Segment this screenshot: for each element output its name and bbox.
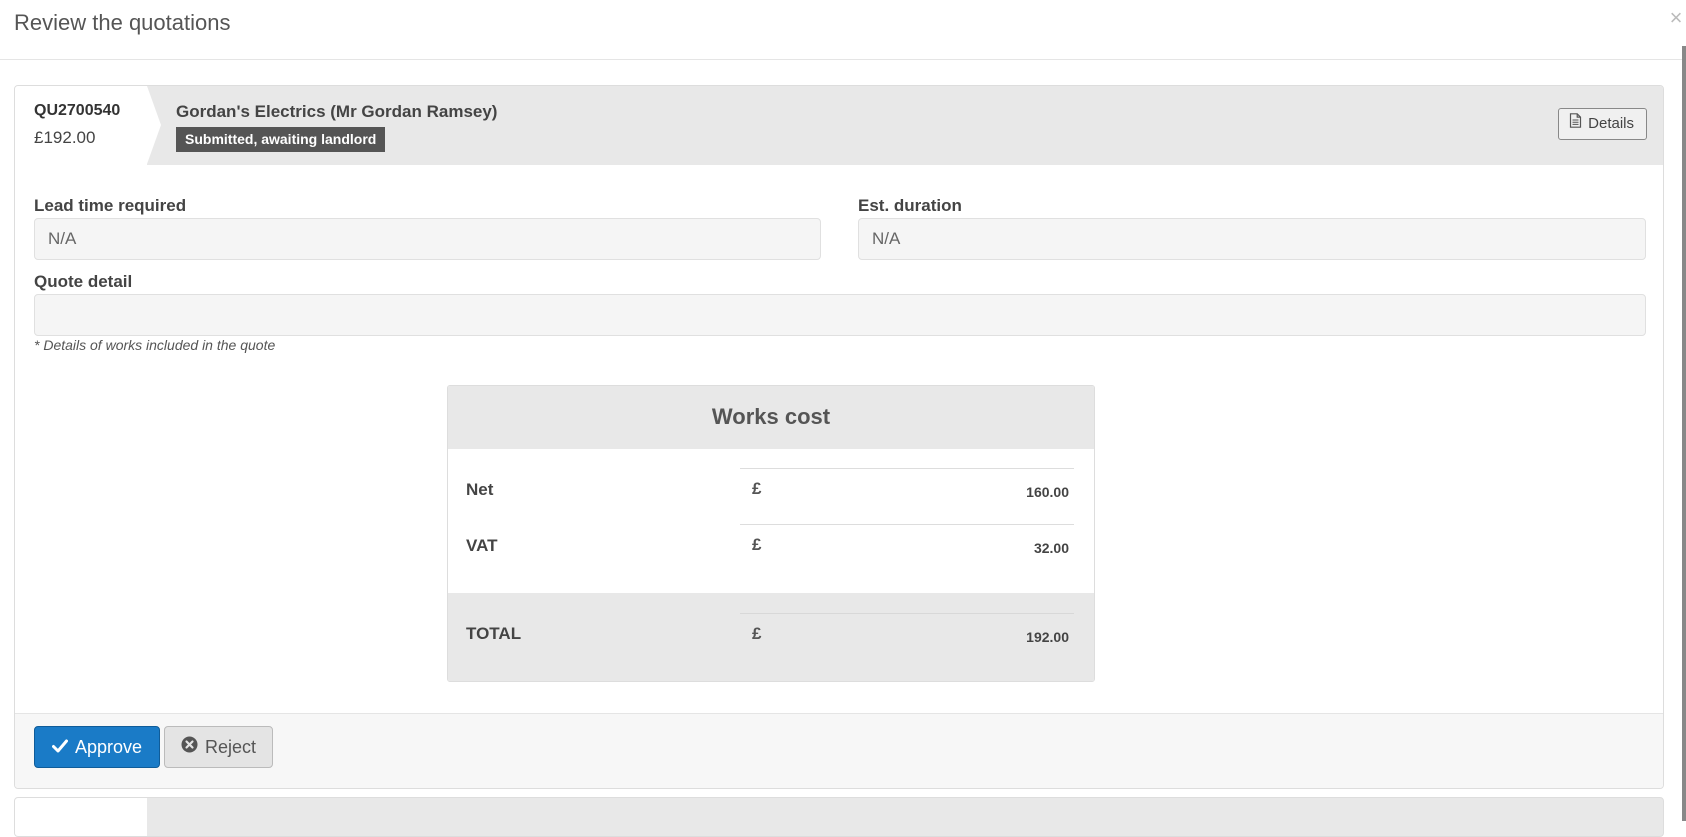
cost-value: 160.00 xyxy=(1026,484,1069,500)
reject-button-label: Reject xyxy=(204,736,257,757)
duration-field: N/A xyxy=(858,218,1646,260)
cost-row-net: Net £ 160.00 xyxy=(448,468,1094,524)
works-cost-panel: Works cost Net £ 160.00 VAT £ 32.00 TOTA… xyxy=(447,385,1095,682)
quote-detail-field xyxy=(34,294,1646,336)
currency-sign: £ xyxy=(752,624,762,643)
modal-header: Review the quotations × xyxy=(0,0,1686,60)
total-label: TOTAL xyxy=(466,624,522,643)
close-icon[interactable]: × xyxy=(1666,6,1686,30)
quote-card-header: QU2700540 £192.00 Gordan's Electrics (Mr… xyxy=(15,86,1663,165)
document-icon xyxy=(1569,109,1582,139)
ref-arrow-decoration xyxy=(147,86,161,164)
details-button-label: Details xyxy=(1588,115,1634,132)
total-field: £ 192.00 xyxy=(740,613,1074,663)
quote-detail-label: Quote detail xyxy=(34,272,133,291)
quote-amount: £192.00 xyxy=(34,128,96,147)
reject-button[interactable]: Reject xyxy=(164,726,273,768)
next-quote-card xyxy=(14,797,1664,837)
details-button[interactable]: Details xyxy=(1558,108,1647,140)
approve-button[interactable]: Approve xyxy=(34,726,160,768)
works-cost-title: Works cost xyxy=(711,404,831,429)
quote-ref-box: QU2700540 £192.00 xyxy=(15,86,147,165)
scrollbar[interactable] xyxy=(1682,46,1686,821)
contractor-name: Gordan's Electrics (Mr Gordan Ramsey) xyxy=(176,102,498,121)
duration-label: Est. duration xyxy=(858,196,962,215)
lead-time-field: N/A xyxy=(34,218,821,260)
works-cost-header: Works cost xyxy=(448,386,1094,449)
currency-sign: £ xyxy=(752,535,762,554)
cost-total-row: TOTAL £ 192.00 xyxy=(448,593,1094,681)
quote-detail-hint: * Details of works included in the quote xyxy=(34,337,276,353)
currency-sign: £ xyxy=(752,479,762,498)
lead-time-label: Lead time required xyxy=(34,196,187,215)
modal-title: Review the quotations xyxy=(14,10,231,35)
times-circle-icon xyxy=(181,736,198,758)
cost-label: Net xyxy=(466,480,494,499)
next-quote-ref-box xyxy=(15,798,147,836)
approve-button-label: Approve xyxy=(74,736,143,757)
status-badge: Submitted, awaiting landlord xyxy=(176,127,386,152)
cost-value: 32.00 xyxy=(1033,540,1069,556)
cost-field: £ 160.00 xyxy=(740,468,1074,518)
quote-card-footer: Approve Reject xyxy=(15,713,1663,788)
quote-reference: QU2700540 xyxy=(34,102,121,119)
check-icon xyxy=(51,737,68,758)
total-value: 192.00 xyxy=(1026,629,1069,645)
quote-card: QU2700540 £192.00 Gordan's Electrics (Mr… xyxy=(14,85,1664,789)
cost-row-vat: VAT £ 32.00 xyxy=(448,524,1094,580)
cost-field: £ 32.00 xyxy=(740,524,1074,574)
cost-label: VAT xyxy=(466,536,498,555)
